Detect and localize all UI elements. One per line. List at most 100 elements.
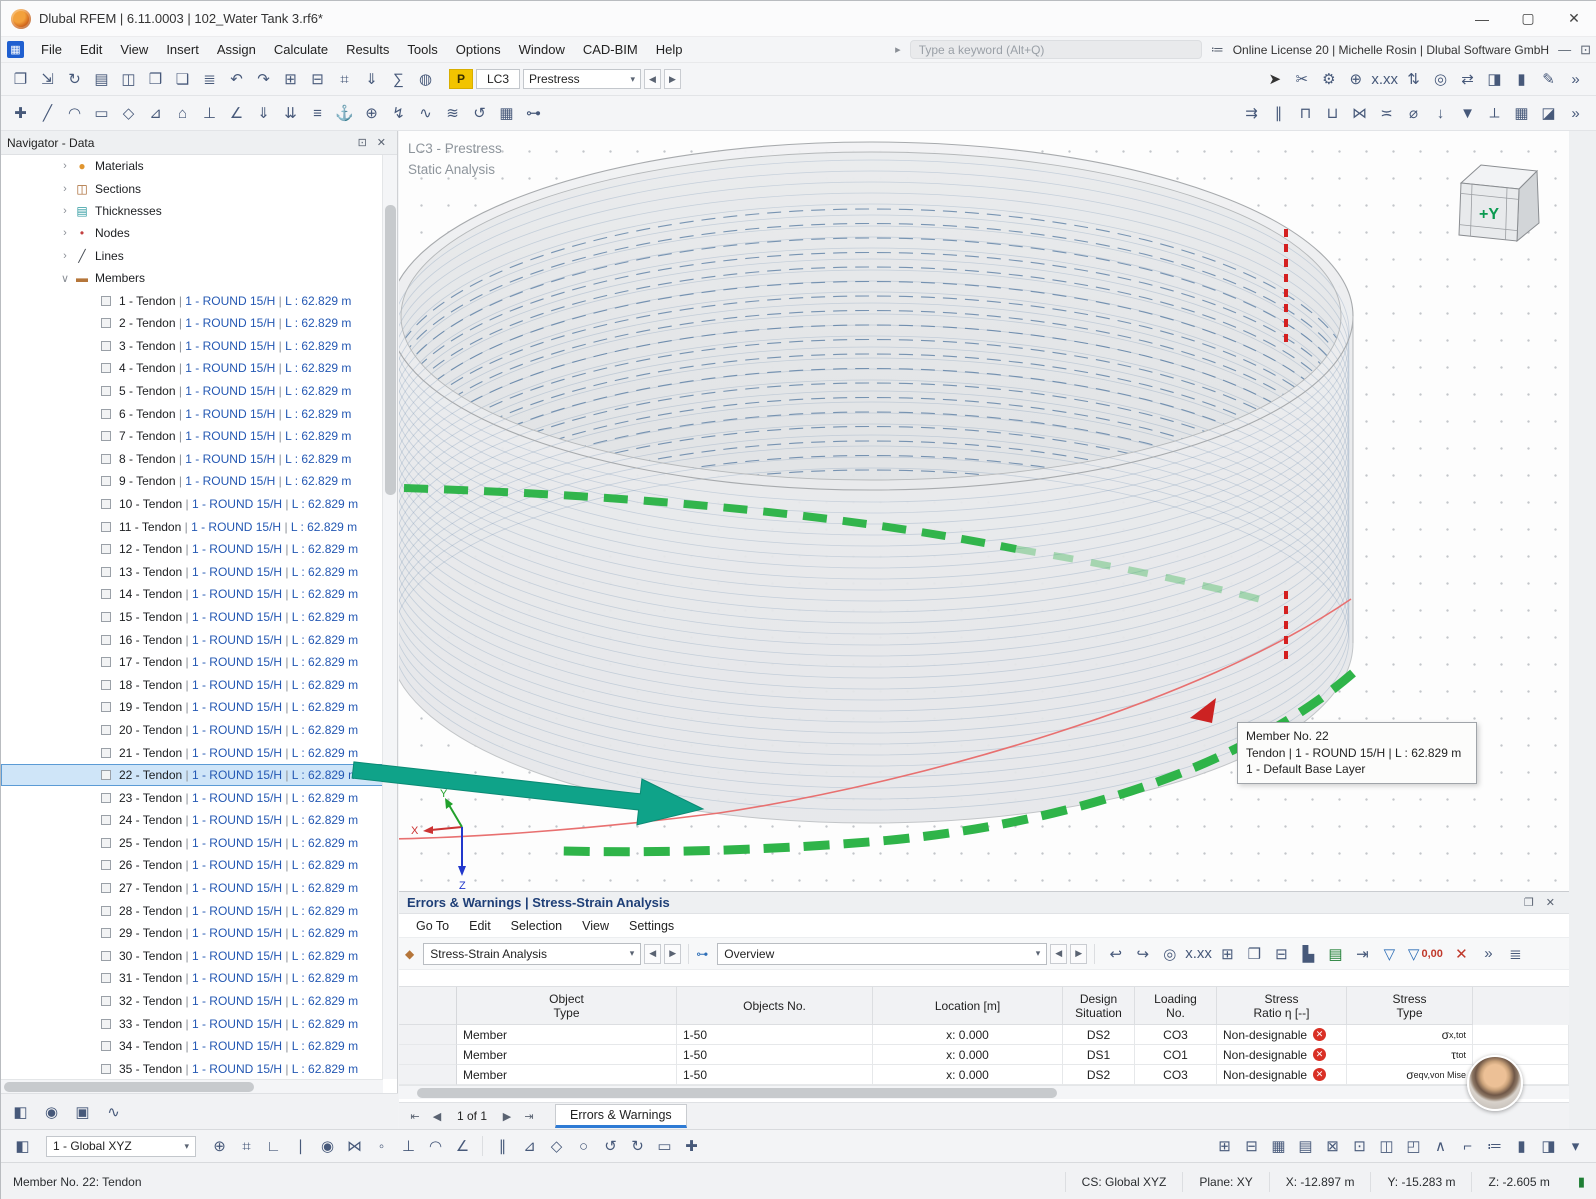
ribbon-minimize-icon[interactable]: — <box>1558 42 1571 57</box>
panel-close-icon[interactable]: ✕ <box>1540 896 1561 909</box>
analysis-dropdown[interactable]: Stress-Strain Analysis▾ <box>423 943 641 965</box>
print-icon[interactable]: ❒ <box>142 66 169 92</box>
tree-root-item[interactable]: › ▤ Thicknesses <box>1 200 383 222</box>
tree-member-item[interactable]: 35 - Tendon | 1 - ROUND 15/H | L : 62.82… <box>1 1058 383 1079</box>
tree-member-item[interactable]: 26 - Tendon | 1 - ROUND 15/H | L : 62.82… <box>1 854 383 877</box>
more-icon[interactable]: » <box>1475 941 1502 967</box>
new-surface-icon[interactable]: ▭ <box>88 100 115 126</box>
chevron-right-icon[interactable]: › <box>57 227 73 239</box>
export-icon[interactable]: ⇥ <box>1349 941 1376 967</box>
chevron-right-icon[interactable]: › <box>57 205 73 217</box>
new-member-icon[interactable]: ⊿ <box>142 100 169 126</box>
errors-menu-item[interactable]: Settings <box>620 916 683 936</box>
errors-menu-item[interactable]: View <box>573 916 618 936</box>
tree-member-item[interactable]: 22 - Tendon | 1 - ROUND 15/H | L : 62.82… <box>1 764 383 787</box>
new-arc-icon[interactable]: ◠ <box>61 100 88 126</box>
open-file-icon[interactable]: ▤ <box>88 66 115 92</box>
chevron-right-icon[interactable]: › <box>57 250 73 262</box>
tree-member-item[interactable]: 12 - Tendon | 1 - ROUND 15/H | L : 62.82… <box>1 538 383 561</box>
tree-member-item[interactable]: 20 - Tendon | 1 - ROUND 15/H | L : 62.82… <box>1 719 383 742</box>
navigator-vertical-scrollbar[interactable] <box>382 155 397 1079</box>
views-panel-icon[interactable]: ▣ <box>69 1099 96 1125</box>
filter-icon[interactable]: ▽ <box>1376 941 1403 967</box>
menu-item[interactable]: Window <box>510 38 574 61</box>
align-icon[interactable]: ≍ <box>1373 100 1400 126</box>
coordinate-system-dropdown[interactable]: 1 - Global XYZ▾ <box>46 1136 196 1157</box>
circle-icon[interactable]: ○ <box>570 1133 597 1159</box>
tree-member-item[interactable]: 3 - Tendon | 1 - ROUND 15/H | L : 62.829… <box>1 335 383 358</box>
mesh-icon[interactable]: ▦ <box>493 100 520 126</box>
tree-member-item[interactable]: 2 - Tendon | 1 - ROUND 15/H | L : 62.829… <box>1 312 383 335</box>
tree-member-item[interactable]: 25 - Tendon | 1 - ROUND 15/H | L : 62.82… <box>1 832 383 855</box>
refresh-icon[interactable]: ↻ <box>61 66 88 92</box>
tangent-snap-icon[interactable]: ◠ <box>422 1133 449 1159</box>
row-selector-cell[interactable] <box>399 1025 457 1045</box>
tree-member-item[interactable]: 4 - Tendon | 1 - ROUND 15/H | L : 62.829… <box>1 357 383 380</box>
perpendicular-snap-icon[interactable]: ⊥ <box>395 1133 422 1159</box>
polygon-icon[interactable]: ◇ <box>543 1133 570 1159</box>
divide-icon[interactable]: ⊓ <box>1292 100 1319 126</box>
render-icon[interactable]: ◪ <box>1535 100 1562 126</box>
couple-icon[interactable]: ⊕ <box>358 100 385 126</box>
tree-root-item-members[interactable]: ∨ ▬ Members <box>1 267 383 289</box>
menu-item[interactable]: Insert <box>157 38 208 61</box>
tree-root-item[interactable]: › ● Materials <box>1 155 383 177</box>
errors-menu-item[interactable]: Selection <box>502 916 571 936</box>
jump-back-icon[interactable]: ↩ <box>1102 941 1129 967</box>
edit-icon[interactable]: ✎ <box>1535 66 1562 92</box>
union-icon[interactable]: ⊔ <box>1319 100 1346 126</box>
close-table-icon[interactable]: ⊠ <box>1319 1133 1346 1159</box>
first-page-icon[interactable]: ⇤ <box>405 1106 425 1126</box>
printout-icon[interactable]: ⊟ <box>1238 1133 1265 1159</box>
previous-view-button[interactable]: ◀ <box>1050 944 1067 964</box>
chevron-right-icon[interactable]: › <box>57 160 73 172</box>
intersect-icon[interactable]: ⋈ <box>1346 100 1373 126</box>
guideline-icon[interactable]: ∣ <box>287 1133 314 1159</box>
printout-report-icon[interactable]: ⊟ <box>304 66 331 92</box>
previous-load-case-button[interactable]: ◀ <box>644 69 661 89</box>
rotate-cw-icon[interactable]: ↻ <box>624 1133 651 1159</box>
tree-member-item[interactable]: 8 - Tendon | 1 - ROUND 15/H | L : 62.829… <box>1 448 383 471</box>
table-horizontal-scrollbar[interactable] <box>399 1085 1569 1099</box>
archive-icon[interactable]: ⊟ <box>1268 941 1295 967</box>
table-icon[interactable]: ⊞ <box>1214 941 1241 967</box>
tree-member-item[interactable]: 27 - Tendon | 1 - ROUND 15/H | L : 62.82… <box>1 877 383 900</box>
midpoint-snap-icon[interactable]: ◦ <box>368 1133 395 1159</box>
data-panel-icon[interactable]: ◧ <box>7 1099 34 1125</box>
undo-icon[interactable]: ↶ <box>223 66 250 92</box>
tree-member-item[interactable]: 11 - Tendon | 1 - ROUND 15/H | L : 62.82… <box>1 515 383 538</box>
tree-member-item[interactable]: 32 - Tendon | 1 - ROUND 15/H | L : 62.82… <box>1 990 383 1013</box>
bar-icon[interactable]: ▮ <box>1508 1133 1535 1159</box>
tree-member-item[interactable]: 28 - Tendon | 1 - ROUND 15/H | L : 62.82… <box>1 899 383 922</box>
jump-forward-icon[interactable]: ↪ <box>1129 941 1156 967</box>
window-minimize-button[interactable]: — <box>1459 1 1505 37</box>
new-opening-icon[interactable]: ◇ <box>115 100 142 126</box>
navigator-close-icon[interactable]: ✕ <box>372 136 391 149</box>
plus-icon[interactable]: ✚ <box>678 1133 705 1159</box>
tree-member-item[interactable]: 9 - Tendon | 1 - ROUND 15/H | L : 62.829… <box>1 470 383 493</box>
filter-value-icon[interactable]: ▽0,00 <box>1406 941 1445 967</box>
panel-right-icon[interactable]: ◨ <box>1535 1133 1562 1159</box>
osnap-icon[interactable]: ◉ <box>314 1133 341 1159</box>
errors-menu-item[interactable]: Edit <box>460 916 500 936</box>
nodal-load-icon[interactable]: ⇓ <box>250 100 277 126</box>
row-selector-cell[interactable] <box>399 1045 457 1065</box>
options-dropdown-icon[interactable]: ▼ <box>1454 100 1481 126</box>
insert-icon[interactable]: ↓ <box>1427 100 1454 126</box>
rectangle-icon[interactable]: ▭ <box>651 1133 678 1159</box>
online-services-icon[interactable]: ◍ <box>412 66 439 92</box>
menu-item[interactable]: Help <box>647 38 692 61</box>
panel-float-icon[interactable]: ❐ <box>1518 896 1540 909</box>
chart-icon[interactable]: ▙ <box>1295 941 1322 967</box>
menu-item[interactable]: CAD-BIM <box>574 38 647 61</box>
tree-member-item[interactable]: 5 - Tendon | 1 - ROUND 15/H | L : 62.829… <box>1 380 383 403</box>
values-icon[interactable]: x.xx <box>1183 941 1214 967</box>
tree-root-item[interactable]: › • Nodes <box>1 222 383 244</box>
dropdown-icon[interactable]: ▾ <box>1562 1133 1589 1159</box>
find-icon[interactable]: ◎ <box>1156 941 1183 967</box>
chevron-down-icon[interactable]: ∨ <box>57 272 73 285</box>
menu-item[interactable]: Calculate <box>265 38 337 61</box>
menu-icon[interactable]: ≣ <box>1502 941 1529 967</box>
wave-icon[interactable]: ≋ <box>439 100 466 126</box>
collapse-icon[interactable]: ∧ <box>1427 1133 1454 1159</box>
